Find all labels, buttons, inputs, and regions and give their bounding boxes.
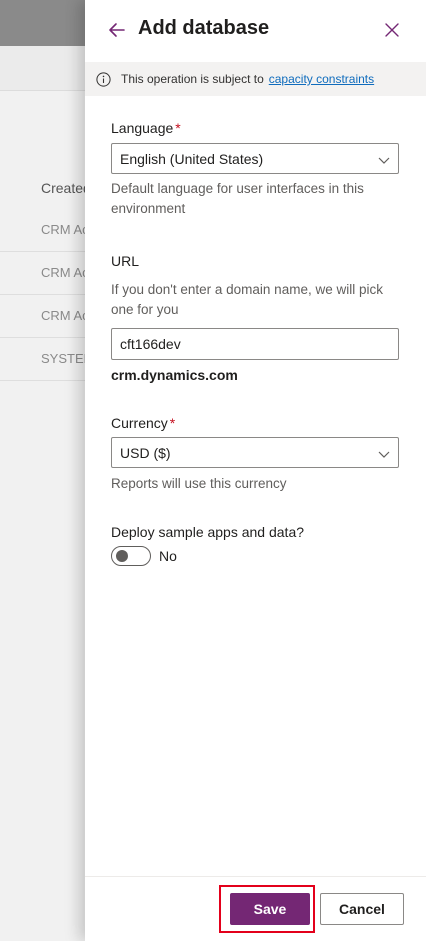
chevron-down-icon	[378, 447, 390, 459]
cancel-button[interactable]: Cancel	[320, 893, 404, 925]
deploy-sample-toggle[interactable]	[111, 546, 151, 566]
required-indicator: *	[169, 415, 176, 431]
toggle-state-label: No	[159, 548, 177, 564]
chevron-down-icon	[378, 153, 390, 165]
language-hint: Default language for user interfaces in …	[111, 181, 364, 216]
currency-hint: Reports will use this currency	[111, 476, 287, 491]
background-column-header: Created	[41, 180, 91, 196]
language-selected-value: English (United States)	[120, 151, 264, 167]
currency-selected-value: USD ($)	[120, 445, 171, 461]
deploy-sample-label: Deploy sample apps and data?	[111, 524, 305, 540]
save-button[interactable]: Save	[230, 893, 310, 925]
url-domain-suffix: crm.dynamics.com	[111, 367, 238, 383]
add-database-panel: Add database This operation is subject t…	[85, 0, 426, 941]
currency-dropdown[interactable]: USD ($)	[111, 437, 399, 468]
currency-label: Currency *	[111, 415, 176, 431]
info-message-text: This operation is subject to	[121, 72, 264, 86]
language-label: Language *	[111, 120, 181, 136]
info-message: This operation is subject to capacity con…	[121, 72, 374, 86]
panel-title: Add database	[138, 17, 270, 39]
info-icon	[96, 72, 111, 87]
back-arrow-icon[interactable]	[107, 20, 127, 40]
close-icon[interactable]	[384, 22, 400, 38]
language-dropdown[interactable]: English (United States)	[111, 143, 399, 174]
required-indicator: *	[175, 120, 181, 136]
info-message-bar: This operation is subject to capacity con…	[85, 62, 426, 96]
url-label: URL	[111, 253, 140, 269]
url-input[interactable]	[111, 328, 399, 360]
url-hint: If you don't enter a domain name, we wil…	[111, 282, 383, 317]
capacity-constraints-link[interactable]: capacity constraints	[269, 72, 374, 86]
toggle-knob	[116, 550, 128, 562]
panel-header: Add database	[85, 0, 426, 60]
